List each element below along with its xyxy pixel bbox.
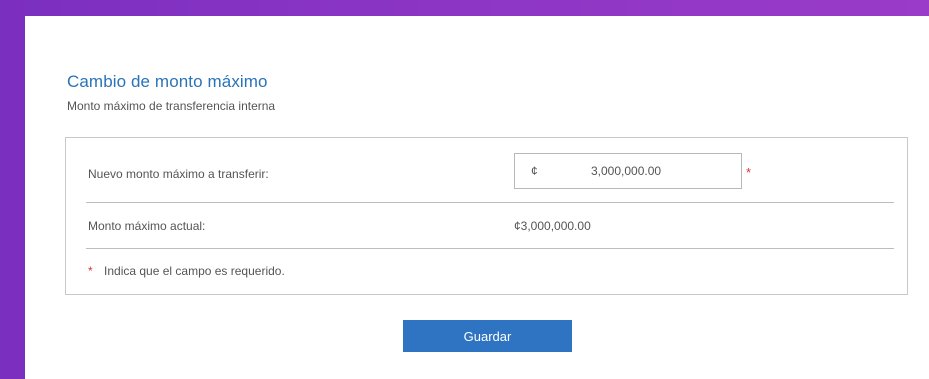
current-amount-value: ¢3,000,000.00: [514, 219, 591, 233]
required-note-text: Indica que el campo es requerido.: [104, 264, 285, 278]
new-amount-value: 3,000,000.00: [591, 164, 662, 178]
required-indicator: *: [746, 165, 752, 180]
row-divider: [86, 202, 894, 203]
save-button[interactable]: Guardar: [403, 320, 572, 352]
limit-form: Nuevo monto máximo a transferir: ¢ 3,000…: [65, 137, 908, 295]
current-amount-label: Monto máximo actual:: [88, 219, 206, 233]
new-amount-label: Nuevo monto máximo a transferir:: [88, 167, 269, 181]
page-subtitle: Monto máximo de transferencia interna: [67, 99, 276, 113]
required-note: * Indica que el campo es requerido.: [88, 264, 285, 278]
currency-symbol: ¢: [531, 164, 538, 178]
page-title: Cambio de monto máximo: [67, 72, 268, 91]
transfer-limit-panel: Cambio de monto máximo Monto máximo de t…: [25, 16, 929, 379]
new-amount-input[interactable]: ¢ 3,000,000.00: [514, 153, 742, 189]
required-note-star: *: [88, 264, 93, 278]
row-divider: [86, 248, 894, 249]
